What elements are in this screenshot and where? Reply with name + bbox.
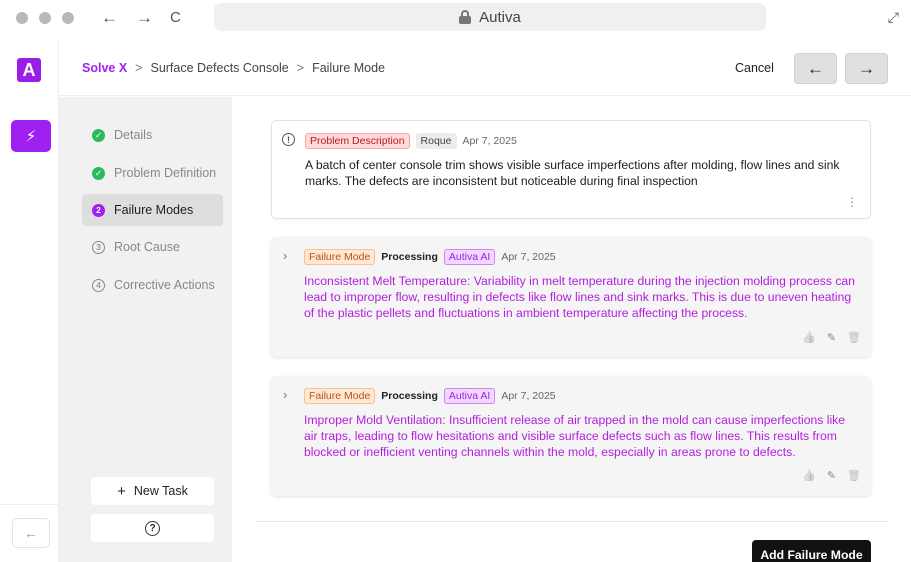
- failure-mode-text: Improper Mold Ventilation: Insufficient …: [304, 413, 846, 459]
- arrow-right-icon: →: [858, 58, 875, 78]
- window-minimize-dot[interactable]: [39, 12, 51, 24]
- content-divider: [255, 521, 887, 522]
- browser-back-icon[interactable]: ←: [101, 8, 118, 28]
- edit-icon[interactable]: ✎: [827, 331, 836, 344]
- rail-collapse-button[interactable]: ←: [12, 518, 50, 548]
- card-meta: Failure Mode Processing Autiva AI Apr 7,…: [304, 388, 556, 404]
- app-rail: [0, 38, 59, 562]
- step-number-icon: 3: [92, 240, 105, 254]
- browser-forward-icon[interactable]: →: [136, 8, 153, 28]
- steps-sidebar: ✓ Details ✓ Problem Definition 2 Failure…: [59, 97, 232, 562]
- card-date: Apr 7, 2025: [462, 135, 517, 147]
- card-date: Apr 7, 2025: [501, 251, 556, 263]
- browser-toolbar: ← → C Autiva ⤢: [0, 0, 911, 38]
- help-icon: ?: [145, 520, 160, 536]
- failure-mode-tag: Failure Mode: [304, 388, 376, 404]
- status-badge: Processing: [381, 390, 438, 402]
- problem-description-card: ! Problem Description Roque Apr 7, 2025 …: [271, 120, 871, 219]
- card-actions: 👍 ✎ 🗑: [802, 331, 861, 344]
- step-corrective-actions[interactable]: 4 Corrective Actions: [82, 269, 223, 301]
- trash-icon[interactable]: 🗑: [847, 331, 861, 344]
- info-icon: !: [282, 133, 295, 146]
- source-badge: Autiva AI: [443, 388, 496, 404]
- failure-mode-text: Inconsistent Melt Temperature: Variabili…: [304, 274, 855, 320]
- previous-button[interactable]: ←: [794, 53, 837, 84]
- step-label: Root Cause: [114, 240, 181, 254]
- next-button[interactable]: →: [845, 53, 888, 84]
- problem-text: A batch of center console trim shows vis…: [305, 158, 840, 188]
- chevron-right-icon[interactable]: ›: [283, 248, 287, 263]
- lightning-icon: ⚡: [25, 128, 37, 145]
- check-circle-icon: ✓: [92, 128, 105, 142]
- step-details[interactable]: ✓ Details: [82, 119, 223, 151]
- step-number-icon: 2: [92, 203, 105, 217]
- window-zoom-dot[interactable]: [62, 12, 74, 24]
- arrow-left-icon: ←: [807, 58, 824, 78]
- step-root-cause[interactable]: 3 Root Cause: [82, 231, 223, 263]
- breadcrumb-separator: >: [296, 61, 305, 75]
- author-badge: Roque: [415, 133, 457, 149]
- step-label: Corrective Actions: [114, 278, 215, 292]
- card-meta: Failure Mode Processing Autiva AI Apr 7,…: [304, 249, 556, 265]
- chevron-right-icon[interactable]: ›: [283, 387, 287, 402]
- step-number-icon: 4: [92, 278, 105, 292]
- new-task-button[interactable]: + New Task: [91, 477, 214, 505]
- problem-description-tag: Problem Description: [305, 133, 410, 149]
- card-date: Apr 7, 2025: [501, 390, 556, 402]
- thumbs-up-icon[interactable]: 👍: [802, 469, 816, 482]
- failure-mode-card: › Failure Mode Processing Autiva AI Apr …: [271, 237, 871, 357]
- lock-icon: [459, 10, 472, 24]
- step-label: Failure Modes: [114, 203, 194, 217]
- expand-icon[interactable]: ⤢: [888, 9, 899, 26]
- rail-lightning-button[interactable]: ⚡: [11, 120, 51, 152]
- step-label: Details: [114, 128, 153, 142]
- thumbs-up-icon[interactable]: 👍: [802, 331, 816, 344]
- step-label: Problem Definition: [114, 166, 217, 180]
- more-options-icon[interactable]: ⋮: [846, 196, 858, 208]
- breadcrumb-solvex[interactable]: Solve X: [82, 61, 127, 75]
- app-logo[interactable]: A: [17, 58, 41, 82]
- rail-divider: [0, 504, 59, 505]
- failure-mode-card: › Failure Mode Processing Autiva AI Apr …: [271, 376, 871, 496]
- address-text: Autiva: [479, 8, 521, 26]
- arrow-left-icon: ←: [24, 525, 38, 541]
- edit-icon[interactable]: ✎: [827, 469, 836, 482]
- breadcrumb-console[interactable]: Surface Defects Console: [150, 61, 288, 75]
- reload-icon[interactable]: C: [170, 8, 181, 28]
- breadcrumb: Solve X > Surface Defects Console > Fail…: [82, 61, 385, 75]
- add-failure-mode-button[interactable]: Add Failure Mode: [752, 540, 871, 562]
- step-failure-modes[interactable]: 2 Failure Modes: [82, 194, 223, 226]
- address-bar[interactable]: Autiva: [214, 3, 766, 31]
- new-task-label: New Task: [133, 484, 188, 498]
- trash-icon[interactable]: 🗑: [847, 469, 861, 482]
- failure-mode-tag: Failure Mode: [304, 249, 376, 265]
- help-button[interactable]: ?: [91, 514, 214, 542]
- breadcrumb-separator: >: [135, 61, 143, 75]
- step-problem-definition[interactable]: ✓ Problem Definition: [82, 157, 223, 189]
- plus-icon: +: [117, 482, 126, 500]
- window-close-dot[interactable]: [16, 12, 28, 24]
- source-badge: Autiva AI: [443, 249, 496, 265]
- cancel-button[interactable]: Cancel: [735, 61, 774, 75]
- breadcrumb-current: Failure Mode: [312, 61, 386, 75]
- card-meta: Problem Description Roque Apr 7, 2025: [305, 133, 517, 149]
- status-badge: Processing: [381, 251, 438, 263]
- card-actions: 👍 ✎ 🗑: [802, 469, 861, 482]
- page-header: Solve X > Surface Defects Console > Fail…: [59, 38, 911, 96]
- check-circle-icon: ✓: [92, 166, 105, 180]
